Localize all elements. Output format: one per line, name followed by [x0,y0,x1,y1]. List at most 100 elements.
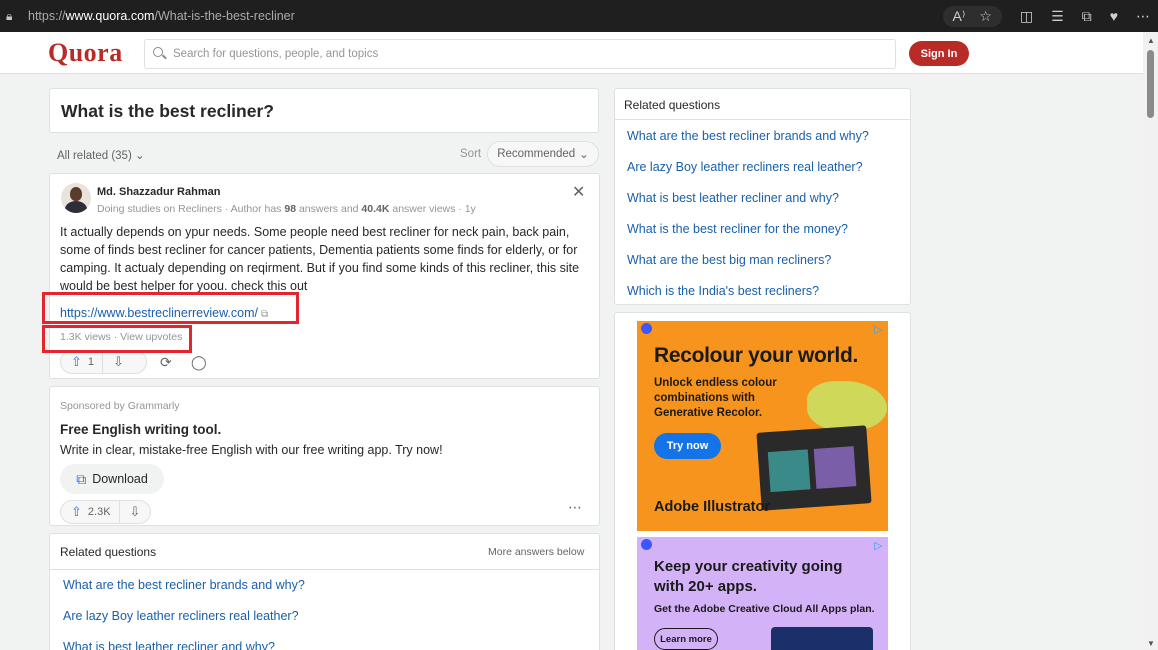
sidebar-question-link[interactable]: What is best leather recliner and why? [627,191,839,205]
more-menu-icon[interactable]: ⋯ [1136,8,1150,25]
question-card: What is the best recliner? [49,88,599,133]
ad-choices-icon[interactable]: ▷ [874,323,886,336]
favorites-list-icon[interactable]: ☰ [1051,8,1064,25]
sidebar-ad-panel: ▷ Recolour your world. Unlock endless co… [614,312,911,650]
chevron-down-icon: ⌄ [579,149,589,161]
sign-in-button[interactable]: Sign In [909,41,969,66]
vote-group: ⇧ 1 ⇩ [60,350,147,374]
chevron-down-icon: ⌄ [135,150,145,162]
download-button[interactable]: ⧉ Download [60,464,164,494]
related-questions-header: Related questions More answers below [50,534,599,570]
learn-more-button[interactable]: Learn more [654,628,718,650]
related-questions-main: Related questions More answers below Wha… [49,533,600,650]
sidebar-question-link[interactable]: What is the best recliner for the money? [627,222,848,236]
lock-icon[interactable]: 🔒︎ [6,9,28,24]
answers-filter-row: All related (35) ⌄ Sort Recommended ⌄ [49,140,600,168]
downvote-arrow-icon: ⇩ [129,504,141,519]
download-label: Download [92,472,148,486]
downvote-button[interactable]: ⇩ [103,351,134,373]
upvote-button[interactable]: ⇧ 2.3K [61,501,120,523]
related-questions-title: Related questions [60,545,157,559]
url-field[interactable]: https://www.quora.com/What-is-the-best-r… [28,9,295,23]
related-question-link[interactable]: What are the best recliner brands and wh… [63,578,305,592]
quora-header: Quora Sign In [0,32,1143,74]
ad-info-icon[interactable] [641,539,652,550]
scroll-up-icon[interactable]: ▲ [1147,36,1155,45]
sidebar-question-link[interactable]: What are the best recliner brands and wh… [627,129,869,143]
avatar[interactable] [61,183,91,213]
sponsor-label: Sponsored by Grammarly [60,400,180,412]
sidebar-question-link[interactable]: What are the best big man recliners? [627,253,831,267]
highlight-box-link [42,292,299,324]
ad-description: Write in clear, mistake-free English wit… [60,443,443,457]
views-count: 40.4K [361,203,390,215]
adobe-creative-cloud-ad[interactable]: ▷ Keep your creativity going with 20+ ap… [637,537,888,650]
try-now-button[interactable]: Try now [654,433,721,459]
sort-label: Sort [460,148,482,160]
scroll-down-icon[interactable]: ▼ [1147,639,1155,648]
author-credential: Doing studies on Recliners · Author has … [97,203,476,215]
sort-value: Recommended [497,148,576,160]
read-aloud-icon[interactable]: A⁾ [953,8,966,25]
favorite-star-icon[interactable]: ☆ [979,8,992,25]
split-screen-icon[interactable]: ◫ [1020,8,1033,25]
downvote-arrow-icon: ⇩ [113,354,124,369]
browser-toolbar: A⁾ ☆ ◫ ☰ ⧉ ♥ ⋯ [942,0,1150,32]
sidebar-header: Related questions [615,89,910,120]
credential-prefix: Doing studies on Recliners · Author has [97,203,285,215]
related-question-link[interactable]: What is best leather recliner and why? [63,640,275,650]
url-path: /What-is-the-best-recliner [154,9,295,23]
upvote-arrow-icon: ⇧ [71,504,82,519]
ad-title[interactable]: Free English writing tool. [60,422,221,437]
upvote-count: 2.3K [87,506,111,518]
comment-icon[interactable]: ◯ [191,354,207,371]
collections-icon[interactable]: ⧉ [1082,8,1092,25]
ad-vote-group: ⇧ 2.3K ⇩ [60,500,151,524]
question-title: What is the best recliner? [61,101,274,121]
more-options-icon[interactable]: ⋯ [568,499,583,516]
sidebar-title: Related questions [624,98,721,112]
ad-artwork [756,425,872,511]
external-link-icon: ⧉ [76,470,87,487]
share-icon[interactable]: ⟳ [160,354,172,371]
sidebar-question-link[interactable]: Are lazy Boy leather recliners real leat… [627,160,863,174]
browser-address-bar: 🔒︎ https://www.quora.com/What-is-the-bes… [0,0,1158,32]
author-name[interactable]: Md. Shazzadur Rahman [97,186,220,198]
ad-choices-icon[interactable]: ▷ [874,539,886,552]
more-answers-below: More answers below [488,546,585,558]
ad-headline: Keep your creativity going with 20+ apps… [654,558,843,595]
scroll-thumb[interactable] [1147,50,1154,118]
ad-subtext: Get the Adobe Creative Cloud All Apps pl… [654,603,875,615]
search-icon [151,46,167,62]
close-icon[interactable]: ✕ [572,182,585,202]
credential-suffix: answer views · 1y [389,203,476,215]
ad-info-icon[interactable] [641,323,652,334]
upvote-count: 1 [87,356,95,368]
url-domain: www.quora.com [65,9,155,23]
ad-brand: Adobe Illustrator [654,499,771,515]
sidebar-question-link[interactable]: Which is the India's best recliners? [627,284,819,298]
highlight-box-stats [42,325,192,353]
url-prefix: https:// [28,9,66,23]
all-related-dropdown[interactable]: All related (35) ⌄ [57,148,145,162]
upvote-arrow-icon: ⇧ [71,354,82,369]
page-scrollbar[interactable]: ▲ ▼ [1143,32,1158,650]
downvote-button[interactable]: ⇩ [120,501,151,523]
sponsored-ad-card: Sponsored by Grammarly Free English writ… [49,386,600,526]
ad-decoration [807,381,887,431]
related-question-link[interactable]: Are lazy Boy leather recliners real leat… [63,609,299,623]
search-input[interactable] [173,48,873,60]
search-bar[interactable] [144,39,896,69]
adobe-illustrator-ad[interactable]: ▷ Recolour your world. Unlock endless co… [637,321,888,531]
answers-count: 98 [284,203,297,215]
ad-headline: Recolour your world. [654,344,859,367]
quora-logo[interactable]: Quora [48,38,123,68]
answer-text: It actually depends on ypur needs. Some … [60,225,580,293]
ad-subtext: Unlock endless colour combinations with … [654,377,777,419]
sort-dropdown[interactable]: Recommended ⌄ [487,141,599,167]
all-related-label: All related (35) [57,150,132,162]
credential-mid: answers and [296,203,362,215]
sidebar-related-questions: Related questions What are the best recl… [614,88,911,305]
performance-icon[interactable]: ♥ [1110,8,1118,24]
upvote-button[interactable]: ⇧ 1 [61,351,104,373]
